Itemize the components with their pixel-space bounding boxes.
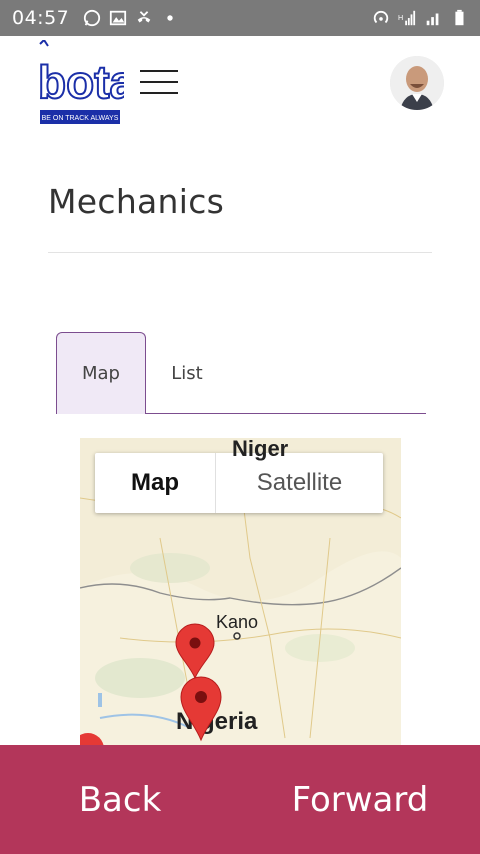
map-label-niger: Niger [232,438,289,461]
map-type-satellite-button[interactable]: Satellite [216,453,383,513]
missed-call-icon [137,11,151,23]
map-type-control: Map Satellite [95,453,383,513]
status-icons-left [83,9,179,27]
battery-icon [455,9,464,26]
bota-logo[interactable]: bota BE ON TRACK ALWAYS [38,40,124,126]
bottom-nav-bar: Back Forward [0,745,480,854]
data-signal-icon [426,13,439,26]
logo-tagline: BE ON TRACK ALWAYS [42,115,119,122]
hotspot-icon [373,10,389,24]
status-icons-right: H [372,9,468,27]
avatar-portrait-icon [390,56,444,110]
map-label-nigeria: Nigeria [176,708,258,735]
status-time: 04:57 [12,7,70,29]
hamburger-icon[interactable] [140,70,178,96]
app-header: bota BE ON TRACK ALWAYS [0,36,480,136]
dot-icon [167,15,173,21]
mechanics-map[interactable]: Map Satellite Niger Kano Nigeria [80,438,401,748]
tab-map[interactable]: Map [56,332,146,414]
title-divider [48,252,432,253]
logo-text: bota [38,56,124,108]
whatsapp-icon [84,9,101,27]
network-type-label: H [398,13,403,22]
view-tabs: Map List [56,332,426,414]
map-type-map-button[interactable]: Map [95,453,216,513]
signal-icon: H [398,10,416,26]
user-avatar[interactable] [390,56,444,110]
status-bar: 04:57 H [0,0,480,36]
forward-button[interactable]: Forward [240,745,480,854]
page-title: Mechanics [48,182,225,221]
tab-list[interactable]: List [156,332,218,414]
back-button[interactable]: Back [0,745,240,854]
gallery-icon [110,10,127,26]
map-label-kano: Kano [216,612,259,632]
